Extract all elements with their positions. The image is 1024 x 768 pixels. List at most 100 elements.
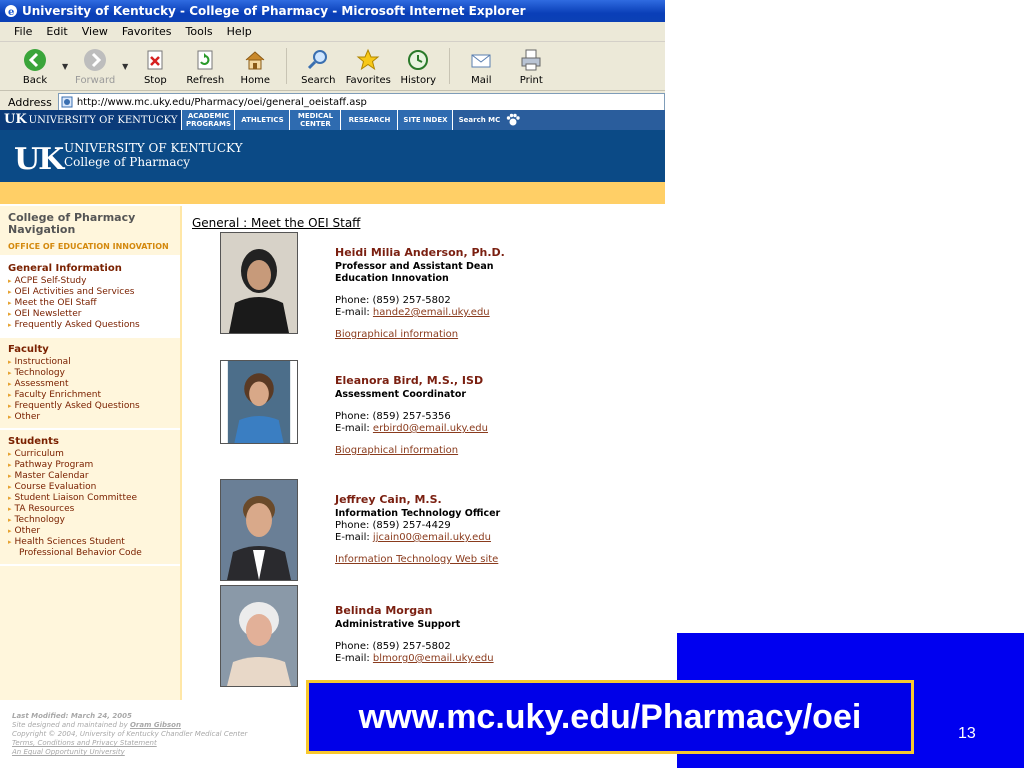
staff-name: Jeffrey Cain, M.S. bbox=[335, 493, 442, 506]
back-arrow-icon bbox=[24, 48, 46, 71]
gold-divider bbox=[0, 182, 665, 204]
forward-button[interactable]: Forward bbox=[70, 47, 120, 86]
sidebar-item-student-other[interactable]: ▸ Other bbox=[8, 526, 172, 537]
uk-logo-text: UNIVERSITY OF KENTUCKY bbox=[28, 115, 178, 126]
nav-medical-center[interactable]: MEDICAL CENTER bbox=[290, 110, 342, 130]
sidebar-item-faculty-other[interactable]: ▸ Other bbox=[8, 412, 172, 423]
menu-tools[interactable]: Tools bbox=[186, 25, 213, 38]
staff-photo bbox=[220, 360, 298, 444]
staff-email-link[interactable]: erbird0@email.uky.edu bbox=[373, 423, 488, 434]
sidebar-item-newsletter[interactable]: ▸ OEI Newsletter bbox=[8, 309, 172, 320]
bullet-icon: ▸ bbox=[8, 310, 12, 318]
header-title: UNIVERSITY OF KENTUCKY College of Pharma… bbox=[64, 141, 243, 169]
address-url: http://www.mc.uky.edu/Pharmacy/oei/gener… bbox=[76, 96, 367, 108]
staff-email-link[interactable]: blmorg0@email.uky.edu bbox=[373, 653, 494, 664]
sidebar-item-calendar[interactable]: ▸ Master Calendar bbox=[8, 471, 172, 482]
print-label: Print bbox=[519, 74, 543, 86]
nav-athletics[interactable]: ATHLETICS bbox=[235, 110, 291, 130]
nav-search-mc[interactable]: Search MC bbox=[453, 110, 506, 130]
sidebar-item-student-tech[interactable]: ▸ Technology bbox=[8, 515, 172, 526]
slide-url-box: www.mc.uky.edu/Pharmacy/oei bbox=[306, 680, 914, 754]
sidebar-item-acpe[interactable]: ▸ ACPE Self-Study bbox=[8, 276, 172, 287]
sidebar-item-assessment[interactable]: ▸ Assessment bbox=[8, 379, 172, 390]
section-title: General Information bbox=[8, 263, 122, 274]
sidebar-item-pathway[interactable]: ▸ Pathway Program bbox=[8, 460, 172, 471]
print-button[interactable]: Print bbox=[506, 47, 556, 86]
staff-title: Assessment Coordinator bbox=[335, 389, 467, 400]
stop-label: Stop bbox=[143, 74, 167, 86]
refresh-button[interactable]: Refresh bbox=[180, 47, 230, 86]
search-button[interactable]: Search bbox=[293, 47, 343, 86]
sidebar-item-label: Meet the OEI Staff bbox=[14, 298, 97, 308]
sidebar-item-faq[interactable]: ▸ Frequently Asked Questions bbox=[8, 320, 172, 331]
home-icon bbox=[245, 50, 265, 69]
bullet-icon: ▸ bbox=[8, 538, 12, 546]
sidebar-item-label: TA Resources bbox=[14, 504, 75, 514]
sidebar-item-course-eval[interactable]: ▸ Course Evaluation bbox=[8, 482, 172, 493]
stop-button[interactable]: Stop bbox=[130, 47, 180, 86]
address-label: Address bbox=[8, 95, 52, 109]
staff-email-link[interactable]: hande2@email.uky.edu bbox=[373, 307, 490, 318]
staff-photo bbox=[220, 232, 298, 334]
main-content: General : Meet the OEI Staff Heidi Milia… bbox=[192, 206, 662, 706]
breadcrumb[interactable]: General : Meet the OEI Staff bbox=[192, 216, 360, 230]
sidebar-item-behavior-code-cont[interactable]: Professional Behavior Code bbox=[8, 548, 172, 559]
section-title: Students bbox=[8, 436, 59, 447]
sidebar-item-meet-staff[interactable]: ▸ Meet the OEI Staff bbox=[8, 298, 172, 309]
menu-file[interactable]: File bbox=[14, 25, 32, 38]
sidebar-item-technology[interactable]: ▸ Technology bbox=[8, 368, 172, 379]
mail-button[interactable]: Mail bbox=[456, 47, 506, 86]
sidebar-item-curriculum[interactable]: ▸ Curriculum bbox=[8, 449, 172, 460]
menu-help[interactable]: Help bbox=[227, 25, 252, 38]
sidebar-item-liaison[interactable]: ▸ Student Liaison Committee bbox=[8, 493, 172, 504]
sidebar-item-behavior-code[interactable]: ▸ Health Sciences Student bbox=[8, 537, 172, 548]
bullet-icon: ▸ bbox=[8, 299, 12, 307]
uk-header-logo[interactable]: UK bbox=[14, 142, 64, 177]
staff-email-row: E-mail: erbird0@email.uky.edu bbox=[335, 423, 488, 435]
copyright: Copyright © 2004, University of Kentucky… bbox=[12, 730, 248, 738]
sidebar-item-label: Technology bbox=[14, 368, 65, 378]
bullet-icon: ▸ bbox=[8, 321, 12, 329]
bullet-icon: ▸ bbox=[8, 288, 12, 296]
menu-favorites[interactable]: Favorites bbox=[122, 25, 172, 38]
bio-link[interactable]: Biographical information bbox=[335, 445, 488, 457]
bio-link[interactable]: Biographical information bbox=[335, 329, 505, 341]
bullet-icon: ▸ bbox=[8, 413, 12, 421]
designer-link[interactable]: Oram Gibson bbox=[130, 721, 181, 729]
sidebar-item-label: Assessment bbox=[14, 379, 69, 389]
nav-research[interactable]: RESEARCH bbox=[341, 110, 399, 130]
sidebar-item-label: Other bbox=[14, 412, 41, 422]
refresh-label: Refresh bbox=[186, 74, 225, 86]
forward-dropdown-icon[interactable]: ▼ bbox=[122, 62, 128, 71]
home-label: Home bbox=[240, 74, 271, 86]
staff-email-link[interactable]: jjcain00@email.uky.edu bbox=[373, 532, 491, 543]
sidebar-item-instructional[interactable]: ▸ Instructional bbox=[8, 357, 172, 368]
back-button[interactable]: Back bbox=[10, 47, 60, 86]
printer-icon bbox=[521, 49, 541, 70]
eeo-link[interactable]: An Equal Opportunity University bbox=[12, 748, 125, 756]
sidebar-item-activities[interactable]: ▸ OEI Activities and Services bbox=[8, 287, 172, 298]
it-website-link[interactable]: Information Technology Web site bbox=[335, 554, 500, 566]
sidebar-item-faculty-faq[interactable]: ▸ Frequently Asked Questions bbox=[8, 401, 172, 412]
uk-nav-logo[interactable]: UK UNIVERSITY OF KENTUCKY bbox=[0, 110, 183, 130]
back-dropdown-icon[interactable]: ▼ bbox=[62, 62, 68, 71]
title-bar: e University of Kentucky - College of Ph… bbox=[0, 0, 665, 22]
menu-view[interactable]: View bbox=[82, 25, 108, 38]
history-button[interactable]: History bbox=[393, 47, 443, 86]
favorites-label: Favorites bbox=[345, 74, 391, 86]
sidebar-item-label: Other bbox=[14, 526, 41, 536]
address-input[interactable]: http://www.mc.uky.edu/Pharmacy/oei/gener… bbox=[57, 93, 665, 111]
mail-label: Mail bbox=[471, 74, 492, 86]
sidebar-item-ta[interactable]: ▸ TA Resources bbox=[8, 504, 172, 515]
terms-link[interactable]: Terms, Conditions and Privacy Statement bbox=[12, 739, 157, 747]
favorites-button[interactable]: Favorites bbox=[343, 47, 393, 86]
home-button[interactable]: Home bbox=[230, 47, 280, 86]
bullet-icon: ▸ bbox=[8, 472, 12, 480]
staff-email-row: E-mail: blmorg0@email.uky.edu bbox=[335, 653, 494, 665]
sidebar-item-enrichment[interactable]: ▸ Faculty Enrichment bbox=[8, 390, 172, 401]
nav-academic-programs[interactable]: ACADEMIC PROGRAMS bbox=[182, 110, 236, 130]
nav-site-index[interactable]: SITE INDEX bbox=[398, 110, 454, 130]
bullet-icon: ▸ bbox=[8, 391, 12, 399]
menu-edit[interactable]: Edit bbox=[46, 25, 67, 38]
